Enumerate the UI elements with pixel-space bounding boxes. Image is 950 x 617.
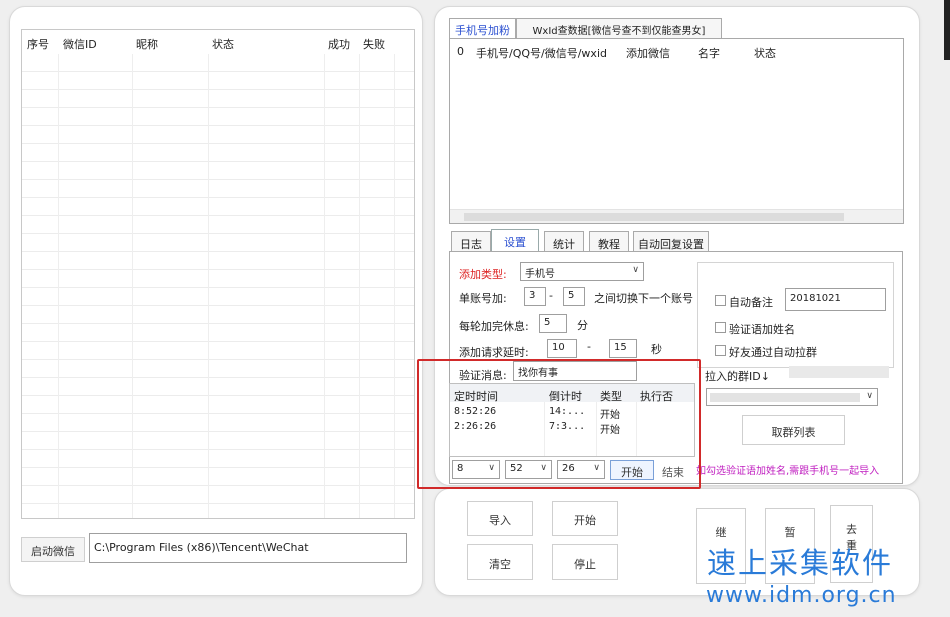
list-col-index: 0 xyxy=(457,45,464,58)
per-account-suffix: 之间切换下一个账号 xyxy=(594,292,693,305)
auto-note-label: 自动备注 xyxy=(729,296,773,309)
list-col-contact: 手机号/QQ号/微信号/wxid xyxy=(476,47,607,60)
delay-dash: - xyxy=(587,340,591,353)
list-col-name: 名字 xyxy=(698,47,720,60)
tab-phone-add[interactable]: 手机号加粉 xyxy=(449,18,516,38)
per-account-label: 单账号加: xyxy=(459,292,507,305)
add-type-value: 手机号 xyxy=(525,269,555,280)
group-select-value xyxy=(710,393,860,402)
clear-button[interactable]: 清空 xyxy=(467,544,533,580)
chevron-down-icon: ∨ xyxy=(632,265,639,275)
list-col-status: 状态 xyxy=(754,47,776,60)
auto-note-checkbox[interactable] xyxy=(715,295,726,306)
stop-button[interactable]: 停止 xyxy=(552,544,618,580)
add-type-label: 添加类型: xyxy=(459,268,507,281)
col-nickname: 昵称 xyxy=(136,38,158,51)
phone-list[interactable]: 0 手机号/QQ号/微信号/wxid 添加微信 名字 状态 xyxy=(449,38,904,224)
list-col-add-wechat: 添加微信 xyxy=(626,47,670,60)
col-fail: 失败 xyxy=(363,38,385,51)
subtab-log[interactable]: 日志 xyxy=(451,231,491,251)
per-account-min-input[interactable]: 3 xyxy=(524,287,546,306)
friend-auto-pull-checkbox[interactable] xyxy=(715,345,726,356)
wechat-path-field[interactable]: C:\Program Files (x86)\Tencent\WeChat xyxy=(89,533,407,563)
table-rows xyxy=(22,54,414,518)
friend-auto-pull-label: 好友通过自动拉群 xyxy=(729,346,817,359)
col-index: 序号 xyxy=(27,38,49,51)
subtab-auto-reply[interactable]: 自动回复设置 xyxy=(633,231,709,251)
start-wechat-button[interactable]: 启动微信 xyxy=(21,537,85,562)
chevron-down-icon: ∨ xyxy=(866,391,873,401)
per-account-dash: - xyxy=(549,289,553,302)
col-wechat-id: 微信ID xyxy=(63,38,97,51)
subtab-tutorial[interactable]: 教程 xyxy=(589,231,629,251)
col-status: 状态 xyxy=(212,38,234,51)
import-hint: 如勾选验证语加姓名,需跟手机号一起导入 xyxy=(696,466,880,477)
verify-name-checkbox[interactable] xyxy=(715,322,726,333)
subtab-settings[interactable]: 设置 xyxy=(491,229,539,251)
delay-label: 添加请求延时: xyxy=(459,346,529,359)
start-button[interactable]: 开始 xyxy=(552,501,618,536)
delay-max-input[interactable]: 15 xyxy=(609,339,637,358)
account-table[interactable]: 序号 微信ID 昵称 状态 成功 失败 xyxy=(21,29,415,519)
delay-unit: 秒 xyxy=(651,343,662,356)
rest-label: 每轮加完休息: xyxy=(459,320,529,333)
col-success: 成功 xyxy=(328,38,350,51)
group-select[interactable]: ∨ xyxy=(706,388,878,406)
verify-name-label: 验证语加姓名 xyxy=(729,323,795,336)
rest-unit: 分 xyxy=(577,319,588,332)
scroll-thumb[interactable] xyxy=(464,213,844,221)
add-type-select[interactable]: 手机号 ∨ xyxy=(520,262,644,281)
group-id-label: 拉入的群ID↓ xyxy=(705,370,770,383)
highlight-box xyxy=(417,359,701,489)
window-edge xyxy=(944,0,950,60)
tab-wxid-lookup[interactable]: WxId查数据[微信号查不到仅能查男女] xyxy=(516,18,722,38)
watermark-text: 速上采集软件 xyxy=(707,546,894,580)
import-button[interactable]: 导入 xyxy=(467,501,533,536)
group-id-field[interactable] xyxy=(789,366,889,378)
rest-input[interactable]: 5 xyxy=(539,314,567,333)
table-header: 序号 微信ID 昵称 状态 成功 失败 xyxy=(22,30,414,54)
per-account-max-input[interactable]: 5 xyxy=(563,287,585,306)
auto-note-input[interactable]: 20181021 xyxy=(785,288,886,311)
phone-list-header: 0 手机号/QQ号/微信号/wxid 添加微信 名字 状态 xyxy=(450,45,903,61)
delay-min-input[interactable]: 10 xyxy=(547,339,577,358)
watermark-url: www.idm.org.cn xyxy=(706,583,897,608)
horizontal-scrollbar[interactable] xyxy=(450,209,903,223)
subtab-stats[interactable]: 统计 xyxy=(544,231,584,251)
fetch-groups-button[interactable]: 取群列表 xyxy=(742,415,845,445)
